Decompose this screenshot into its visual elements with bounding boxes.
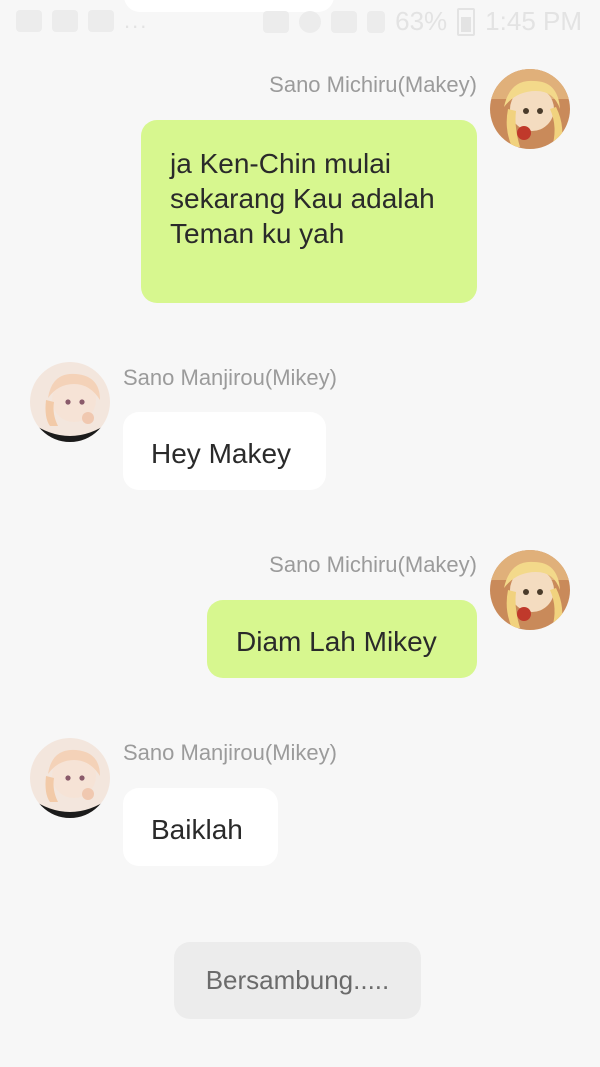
alarm-icon: [299, 10, 322, 33]
more-notifications-indicator: ...: [124, 8, 149, 33]
avatar-image: [490, 550, 570, 630]
missed-call-icon: [52, 10, 78, 32]
status-bar: ... 63% 1:45 PM: [0, 0, 600, 44]
message-bubble-sent[interactable]: Diam Lah Mikey: [207, 600, 477, 678]
sender-name: Sano Manjirou(Mikey): [123, 740, 337, 765]
system-status: 63% 1:45 PM: [263, 6, 582, 37]
avatar-image: [490, 69, 570, 149]
sender-name: Sano Michiru(Makey): [269, 552, 477, 577]
sender-name: Sano Manjirou(Mikey): [123, 365, 337, 390]
avatar-mikey[interactable]: [30, 362, 110, 442]
notification-icons: ...: [16, 8, 148, 34]
battery-percentage: 63%: [395, 6, 448, 36]
sender-name: Sano Michiru(Makey): [269, 72, 477, 97]
avatar-image: [30, 738, 110, 818]
wifi-icon: [331, 10, 358, 33]
avatar-mikey[interactable]: [30, 738, 110, 818]
avatar-image: [30, 362, 110, 442]
message-bubble-received[interactable]: Hey Makey: [123, 412, 326, 490]
clock: 1:45 PM: [485, 6, 582, 36]
image-icon: [16, 10, 42, 32]
avatar-makey[interactable]: [490, 550, 570, 630]
avatar-makey[interactable]: [490, 69, 570, 149]
message-icon: [88, 10, 114, 32]
continue-indicator[interactable]: Bersambung.....: [174, 942, 421, 1019]
signal-icon: [367, 10, 386, 33]
message-bubble-received[interactable]: Baiklah: [123, 788, 278, 866]
battery-icon: [457, 7, 476, 36]
message-bubble-sent[interactable]: ja Ken-Chin mulai sekarang Kau adalah Te…: [141, 120, 477, 303]
cast-icon: [263, 10, 290, 33]
